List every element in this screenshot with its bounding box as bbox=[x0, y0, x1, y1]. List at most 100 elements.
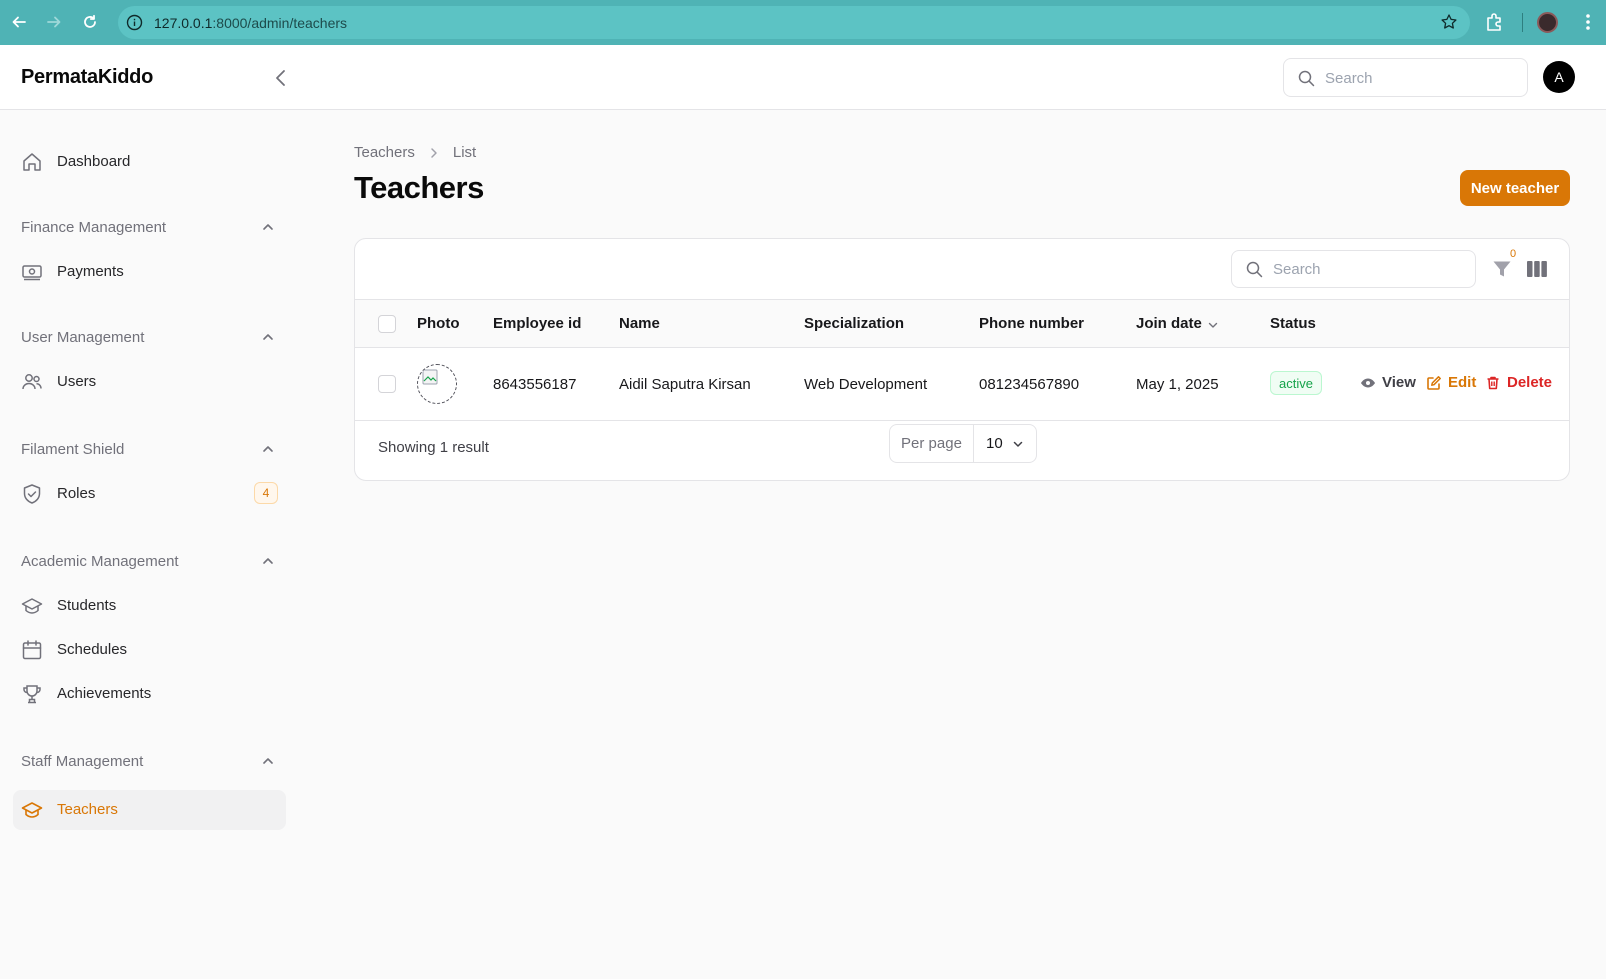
sidebar-item-teachers[interactable]: Teachers bbox=[13, 790, 286, 830]
column-header-employee-id: Employee id bbox=[493, 315, 582, 332]
browser-profile-avatar[interactable] bbox=[1537, 12, 1558, 33]
sidebar-group-staff[interactable]: Staff Management bbox=[21, 750, 281, 774]
breadcrumb: Teachers List bbox=[354, 144, 476, 161]
status-badge: active bbox=[1270, 371, 1322, 395]
sidebar-group-academic[interactable]: Academic Management bbox=[21, 550, 281, 574]
table-header: Photo Employee id Name Specialization Ph… bbox=[355, 299, 1569, 348]
sidebar-group-filament-shield[interactable]: Filament Shield bbox=[21, 438, 281, 462]
column-header-phone-number: Phone number bbox=[979, 315, 1085, 332]
table-row[interactable]: 8643556187 Aidil Saputra Kirsan Web Deve… bbox=[355, 348, 1569, 421]
eye-icon bbox=[1361, 378, 1375, 387]
sidebar-item-schedules[interactable]: Schedules bbox=[13, 630, 286, 670]
graduation-cap-icon bbox=[21, 598, 43, 614]
banknote-icon bbox=[22, 265, 42, 281]
page-title: Teachers bbox=[354, 170, 484, 205]
global-search-input[interactable]: Search bbox=[1283, 58, 1528, 97]
sidebar-item-label: Payments bbox=[57, 263, 124, 280]
cell-join-date: May 1, 2025 bbox=[1136, 376, 1219, 393]
teachers-table-card: Search 0 Photo Employee id Name Speciali… bbox=[354, 238, 1570, 481]
row-checkbox[interactable] bbox=[378, 375, 396, 393]
search-icon bbox=[1246, 261, 1263, 278]
brand-logo[interactable]: PermataKiddo bbox=[21, 66, 153, 89]
chevron-down-icon bbox=[1013, 441, 1023, 447]
sidebar-group-finance[interactable]: Finance Management bbox=[21, 216, 281, 240]
delete-action-label: Delete bbox=[1507, 374, 1553, 391]
search-placeholder: Search bbox=[1325, 70, 1373, 87]
cell-phone-number: 081234567890 bbox=[979, 376, 1080, 393]
users-icon bbox=[22, 374, 42, 390]
cell-specialization: Web Development bbox=[804, 376, 928, 393]
table-search-input[interactable]: Search bbox=[1231, 250, 1476, 288]
url-text: 127.0.0.1:8000/admin/teachers bbox=[154, 15, 348, 31]
column-header-join-date[interactable]: Join date bbox=[1136, 315, 1202, 332]
sidebar-item-payments[interactable]: Payments bbox=[13, 252, 286, 292]
site-info-icon[interactable] bbox=[126, 14, 143, 31]
sidebar-item-label: Users bbox=[57, 373, 97, 390]
edit-action-button[interactable]: Edit bbox=[1426, 374, 1476, 391]
view-action-button[interactable]: View bbox=[1360, 374, 1416, 391]
calendar-icon bbox=[22, 640, 42, 660]
user-avatar[interactable]: A bbox=[1543, 61, 1575, 93]
sidebar-group-user[interactable]: User Management bbox=[21, 326, 281, 350]
extensions-icon[interactable] bbox=[1484, 12, 1504, 32]
graduation-cap-icon bbox=[21, 802, 43, 818]
pagination-summary: Showing 1 result bbox=[378, 439, 489, 456]
sidebar-group-label: Academic Management bbox=[21, 553, 179, 570]
trophy-icon bbox=[23, 685, 41, 704]
sort-chevron-down-icon[interactable] bbox=[1207, 319, 1219, 331]
new-teacher-button[interactable]: New teacher bbox=[1460, 170, 1570, 206]
per-page-value[interactable]: 10 bbox=[974, 425, 1036, 462]
sidebar-group-label: Staff Management bbox=[21, 753, 144, 770]
chevron-up-icon bbox=[263, 758, 273, 764]
sidebar-item-label: Schedules bbox=[57, 641, 128, 658]
pencil-square-icon bbox=[1427, 375, 1441, 390]
browser-menu-icon[interactable] bbox=[1578, 12, 1598, 32]
sidebar-item-dashboard[interactable]: Dashboard bbox=[13, 142, 286, 182]
per-page-label: Per page bbox=[890, 425, 974, 462]
cell-employee-id: 8643556187 bbox=[493, 376, 577, 393]
breadcrumb-link-teachers[interactable]: Teachers bbox=[354, 144, 415, 161]
address-bar[interactable]: 127.0.0.1:8000/admin/teachers bbox=[118, 6, 1470, 39]
sidebar-item-achievements[interactable]: Achievements bbox=[13, 674, 286, 714]
sidebar-item-label: Roles bbox=[57, 485, 96, 502]
chevron-up-icon bbox=[263, 446, 273, 452]
sidebar-item-label: Dashboard bbox=[57, 153, 131, 170]
sidebar: Dashboard Finance Management Payments Us… bbox=[0, 110, 300, 979]
sidebar-item-label: Teachers bbox=[57, 801, 118, 818]
cell-name: Aidil Saputra Kirsan bbox=[619, 376, 751, 393]
sidebar-item-students[interactable]: Students bbox=[13, 586, 286, 626]
filter-icon[interactable] bbox=[1491, 258, 1513, 280]
column-header-status: Status bbox=[1270, 315, 1316, 332]
view-action-label: View bbox=[1382, 374, 1416, 391]
sidebar-group-label: Filament Shield bbox=[21, 441, 125, 458]
collapse-sidebar-icon[interactable] bbox=[270, 67, 292, 89]
column-header-photo: Photo bbox=[417, 315, 460, 332]
filter-count-badge: 0 bbox=[1510, 248, 1517, 260]
trash-icon bbox=[1487, 376, 1499, 389]
per-page-select[interactable]: Per page 10 bbox=[889, 424, 1037, 463]
delete-action-button[interactable]: Delete bbox=[1485, 374, 1552, 391]
sidebar-item-users[interactable]: Users bbox=[13, 362, 286, 402]
toolbar-divider bbox=[1522, 13, 1523, 32]
reload-icon[interactable] bbox=[80, 12, 100, 32]
broken-image-icon bbox=[422, 369, 438, 385]
forward-icon[interactable] bbox=[44, 12, 64, 32]
sidebar-item-label: Students bbox=[57, 597, 117, 614]
column-header-specialization: Specialization bbox=[804, 315, 905, 332]
roles-count-badge: 4 bbox=[254, 482, 278, 504]
select-all-checkbox[interactable] bbox=[378, 315, 396, 333]
bookmark-star-icon[interactable] bbox=[1440, 13, 1458, 31]
app-topbar: PermataKiddo Search A bbox=[0, 45, 1606, 110]
sidebar-group-label: Finance Management bbox=[21, 219, 167, 236]
search-placeholder: Search bbox=[1273, 261, 1321, 278]
shield-check-icon bbox=[23, 484, 41, 504]
back-icon[interactable] bbox=[9, 12, 29, 32]
sidebar-item-label: Achievements bbox=[57, 685, 152, 702]
teacher-photo bbox=[417, 364, 457, 404]
breadcrumb-current: List bbox=[452, 144, 477, 161]
columns-toggle-icon[interactable] bbox=[1526, 259, 1548, 279]
chevron-up-icon bbox=[263, 334, 273, 340]
chevron-up-icon bbox=[263, 224, 273, 230]
home-icon bbox=[23, 153, 41, 171]
sidebar-item-roles[interactable]: Roles 4 bbox=[13, 474, 286, 514]
